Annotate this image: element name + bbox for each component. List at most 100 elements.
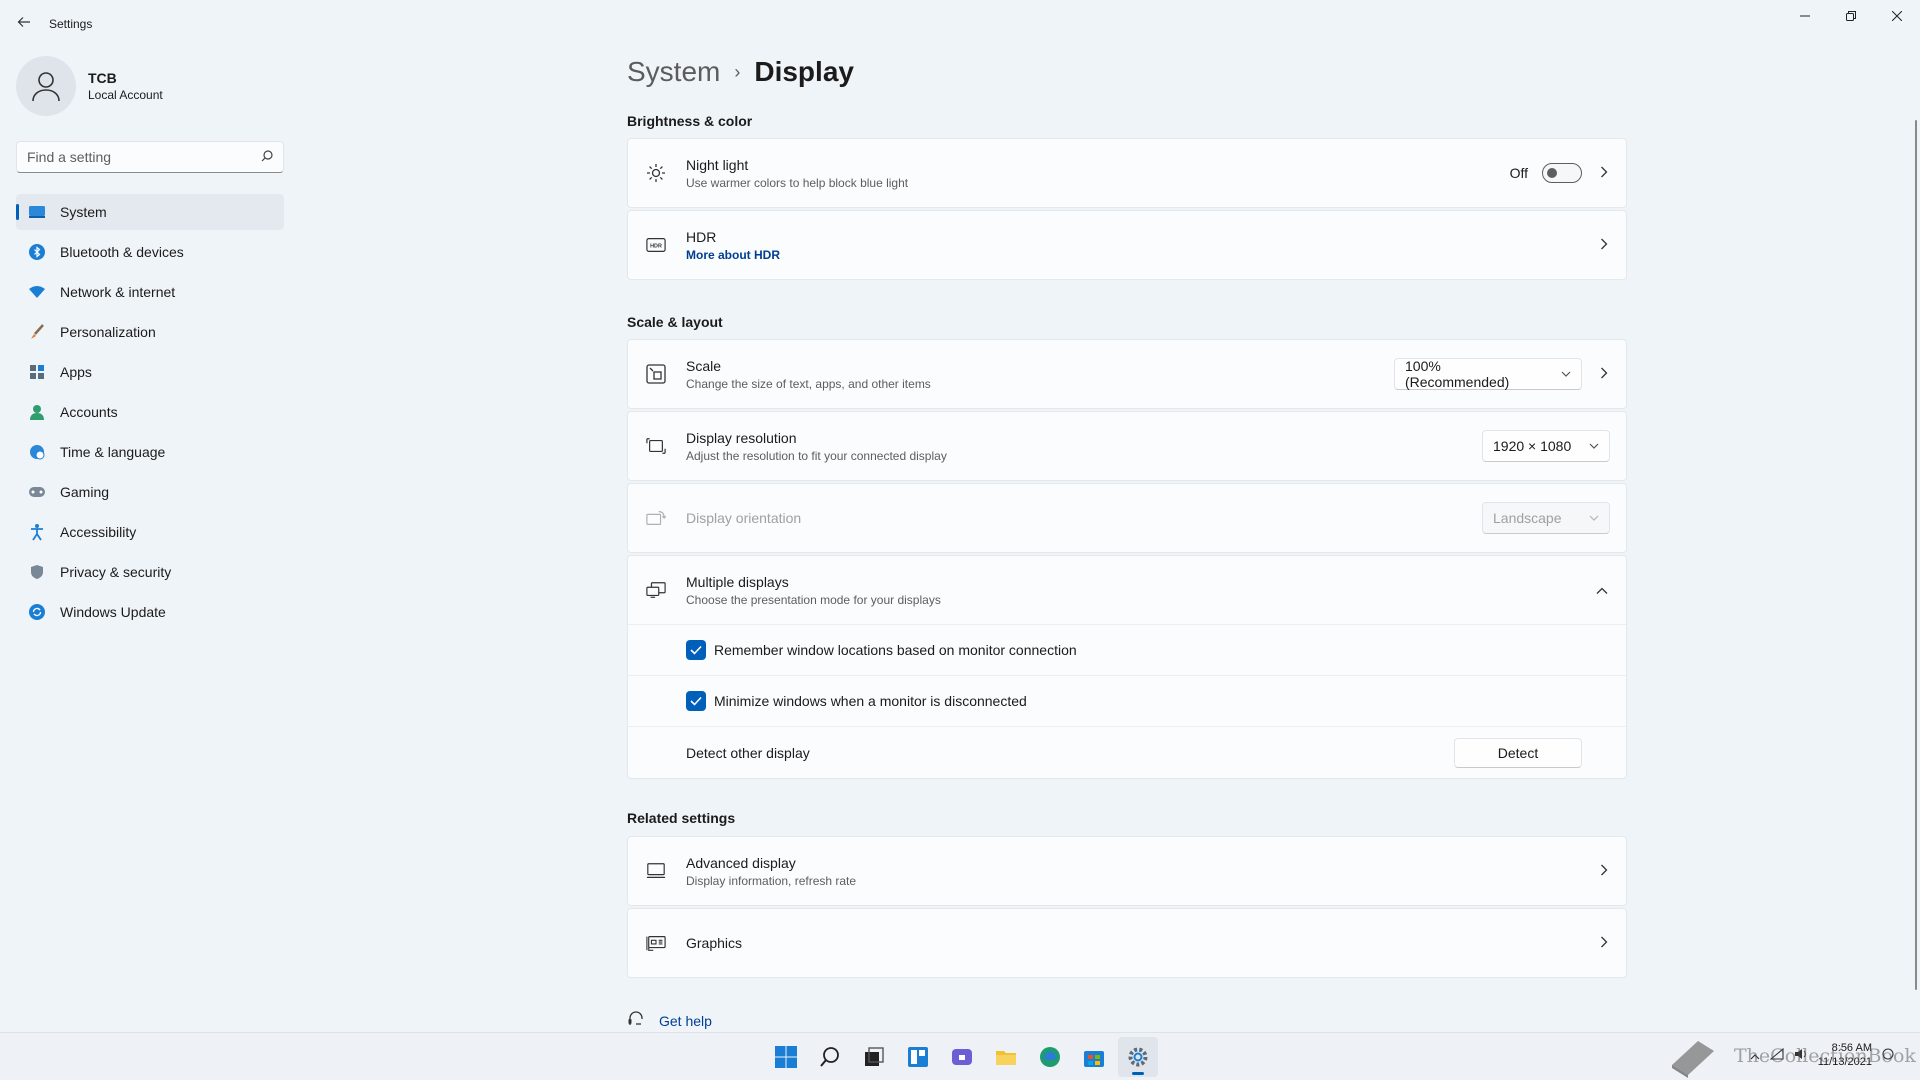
gamepad-icon [28, 483, 46, 501]
store-button[interactable] [1074, 1037, 1114, 1077]
chevron-right-icon [1600, 863, 1608, 879]
taskbar-search-button[interactable] [810, 1037, 850, 1077]
back-button[interactable] [12, 10, 36, 34]
title-bar: Settings [0, 0, 1920, 48]
avatar [16, 56, 76, 116]
wifi-icon [28, 283, 46, 301]
chevron-up-icon[interactable] [1596, 582, 1608, 598]
back-arrow-icon [17, 17, 30, 27]
sidebar-item-accounts[interactable]: Accounts [16, 394, 284, 430]
night-light-title: Night light [686, 156, 749, 173]
close-icon [1892, 11, 1902, 21]
scale-icon [646, 364, 666, 384]
resolution-dropdown[interactable]: 1920 × 1080 [1482, 430, 1610, 462]
shield-icon [28, 563, 46, 581]
sidebar-item-accessibility[interactable]: Accessibility [16, 514, 284, 550]
get-help-link[interactable]: Get help [627, 1010, 712, 1031]
sidebar-item-gaming[interactable]: Gaming [16, 474, 284, 510]
close-button[interactable] [1874, 0, 1920, 32]
night-light-toggle[interactable] [1542, 163, 1582, 183]
edge-icon [1040, 1047, 1060, 1067]
section-title-related: Related settings [627, 810, 736, 826]
breadcrumb-parent[interactable]: System [627, 56, 720, 88]
start-button[interactable] [766, 1037, 806, 1077]
sidebar-item-label: Gaming [60, 484, 110, 500]
graphics-card[interactable]: Graphics [627, 908, 1627, 978]
chat-button[interactable] [942, 1037, 982, 1077]
sidebar-item-network[interactable]: Network & internet [16, 274, 284, 310]
sidebar-item-time-language[interactable]: Time & language [16, 434, 284, 470]
chevron-right-icon [1600, 366, 1608, 382]
sidebar-item-label: Privacy & security [60, 564, 172, 580]
resolution-card: Display resolution Adjust the resolution… [627, 411, 1627, 481]
hdr-more-link[interactable]: More about HDR [686, 248, 780, 262]
orientation-value: Landscape [1493, 510, 1562, 526]
profile-name: TCB [88, 70, 117, 86]
advanced-display-card[interactable]: Advanced display Display information, re… [627, 836, 1627, 906]
file-explorer-button[interactable] [986, 1037, 1026, 1077]
windows-logo-icon [775, 1046, 797, 1068]
breadcrumb: System › Display [627, 56, 854, 88]
accessibility-icon [28, 523, 46, 541]
person-icon [28, 403, 46, 421]
sidebar-item-personalization[interactable]: Personalization [16, 314, 284, 350]
advanced-display-subtitle: Display information, refresh rate [686, 873, 857, 888]
folder-icon [996, 1051, 1016, 1065]
task-view-button[interactable] [854, 1037, 894, 1077]
resolution-icon [646, 436, 666, 456]
restore-button[interactable] [1828, 0, 1874, 32]
orientation-title: Display orientation [686, 510, 802, 526]
multiple-displays-subtitle: Choose the presentation mode for your di… [686, 592, 941, 607]
multiple-displays-header[interactable]: Multiple displays Choose the presentatio… [628, 556, 1626, 624]
minimize-button[interactable] [1782, 0, 1828, 32]
breadcrumb-separator: › [734, 61, 741, 82]
chevron-right-icon [1600, 935, 1608, 951]
user-profile[interactable]: TCB Local Account [16, 56, 163, 116]
chevron-down-icon [1561, 368, 1571, 380]
sidebar-item-bluetooth[interactable]: Bluetooth & devices [16, 234, 284, 270]
edge-button[interactable] [1030, 1037, 1070, 1077]
sidebar-item-label: Windows Update [60, 604, 166, 620]
app-title: Settings [49, 17, 93, 31]
sidebar-item-label: Network & internet [60, 284, 176, 300]
orientation-icon [646, 508, 666, 528]
hdr-icon: HDR [646, 235, 666, 255]
hdr-card[interactable]: HDR HDR More about HDR [627, 210, 1627, 280]
search-input[interactable] [27, 149, 261, 165]
bluetooth-icon [28, 243, 46, 261]
scrollbar[interactable] [1915, 120, 1917, 990]
chevron-right-icon [1600, 237, 1608, 253]
detect-button[interactable]: Detect [1454, 737, 1582, 768]
chevron-right-icon [1600, 165, 1608, 181]
scale-subtitle: Change the size of text, apps, and other… [686, 376, 931, 391]
advanced-display-title: Advanced display [686, 854, 796, 871]
scale-card[interactable]: Scale Change the size of text, apps, and… [627, 339, 1627, 409]
minimize-windows-checkbox[interactable] [686, 691, 706, 711]
night-light-card[interactable]: Night light Use warmer colors to help bl… [627, 138, 1627, 208]
sidebar-item-windows-update[interactable]: Windows Update [16, 594, 284, 630]
night-light-subtitle: Use warmer colors to help block blue lig… [686, 175, 909, 190]
minimize-icon [1800, 15, 1810, 17]
widgets-icon [908, 1047, 928, 1067]
sidebar-item-privacy[interactable]: Privacy & security [16, 554, 284, 590]
user-icon [32, 72, 60, 102]
widgets-button[interactable] [898, 1037, 938, 1077]
resolution-value: 1920 × 1080 [1493, 438, 1572, 454]
sidebar-item-label: System [60, 204, 107, 220]
monitor-icon [646, 861, 666, 881]
search-box[interactable] [16, 141, 284, 173]
apps-icon [28, 363, 46, 381]
sidebar-item-label: Accessibility [60, 524, 137, 540]
scale-value: 100% (Recommended) [1405, 358, 1510, 390]
remember-locations-checkbox[interactable] [686, 640, 706, 660]
sidebar-item-label: Time & language [60, 444, 166, 460]
settings-taskbar-button[interactable] [1118, 1037, 1158, 1077]
profile-account-type: Local Account [88, 88, 163, 102]
sidebar-item-system[interactable]: System [16, 194, 284, 230]
scale-dropdown[interactable]: 100% (Recommended) [1394, 358, 1582, 390]
book-watermark-icon [1668, 1037, 1718, 1080]
checkmark-icon [690, 696, 702, 706]
sidebar-item-apps[interactable]: Apps [16, 354, 284, 390]
sidebar-item-label: Personalization [60, 324, 156, 340]
brightness-icon [646, 163, 666, 183]
